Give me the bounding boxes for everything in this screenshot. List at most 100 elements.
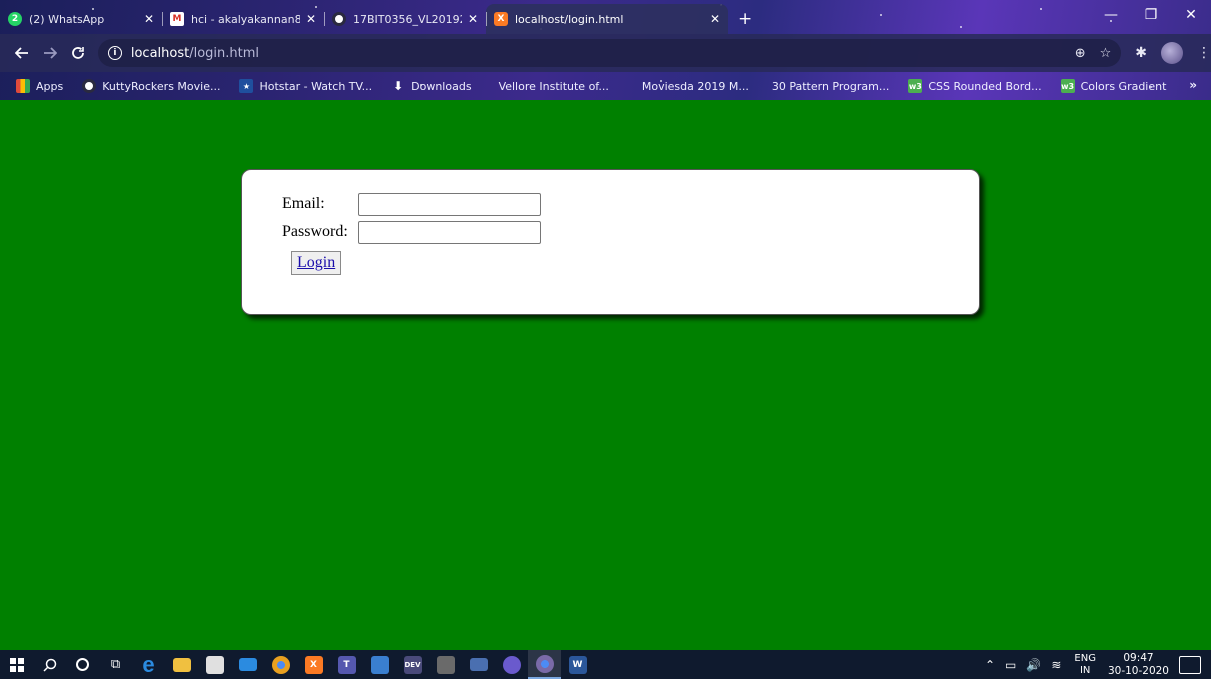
bookmark-label: CSS Rounded Bord... <box>928 79 1042 93</box>
extensions-puzzle-icon[interactable]: ✱ <box>1135 45 1147 61</box>
tab-title: (2) WhatsApp <box>29 12 105 26</box>
reload-button[interactable] <box>64 39 92 67</box>
bookmark-downloads[interactable]: ⬇ Downloads <box>391 79 471 93</box>
w3schools-icon: w3 <box>908 79 923 93</box>
file-explorer-icon[interactable] <box>165 650 198 679</box>
search-icon[interactable] <box>33 650 66 679</box>
bookmark-label: Colors Gradient <box>1080 79 1167 93</box>
clock-time: 09:47 <box>1123 651 1154 664</box>
bookmark-apps[interactable]: Apps <box>16 79 63 93</box>
url-host: localhost <box>130 45 190 61</box>
profile-avatar[interactable] <box>1161 42 1183 64</box>
close-icon[interactable]: ✕ <box>144 12 154 26</box>
window-controls: — ❐ ✕ <box>1091 0 1211 30</box>
tab-whatsapp[interactable]: 2 (2) WhatsApp ✕ <box>0 4 162 34</box>
bookmark-label: Downloads <box>411 79 472 93</box>
windows-taskbar: ⧉ e X T DEV W ⌃ ▭ 🔊 ≋ ENG IN 09:47 30-10… <box>0 650 1211 679</box>
close-window-button[interactable]: ✕ <box>1171 0 1211 30</box>
page-viewport: Email: Password: Login <box>0 100 1211 650</box>
word-icon[interactable]: W <box>561 650 594 679</box>
forward-button[interactable] <box>36 39 64 67</box>
close-icon[interactable]: ✕ <box>306 12 316 26</box>
arrow-right-icon <box>43 47 57 59</box>
chevron-up-icon[interactable]: ⌃ <box>985 658 995 672</box>
store-icon[interactable] <box>198 650 231 679</box>
arrow-left-icon <box>14 47 28 59</box>
reload-icon <box>72 47 84 59</box>
xampp-taskbar-icon[interactable]: X <box>297 650 330 679</box>
chrome-taskbar-icon[interactable] <box>264 650 297 679</box>
back-button[interactable] <box>8 39 36 67</box>
dev-icon[interactable]: DEV <box>396 650 429 679</box>
browser-chrome: 2 (2) WhatsApp ✕ M hci - akalyakannan887… <box>0 0 1211 100</box>
bookmark-moviesda[interactable]: Moviesda 2019 M... <box>642 80 749 93</box>
browser-toolbar: i localhost/login.html ⊕ ☆ ✱ ⋮ <box>0 34 1211 72</box>
email-field[interactable] <box>358 192 541 216</box>
bookmark-colors-gradient[interactable]: w3 Colors Gradient <box>1060 79 1167 93</box>
clock-date: 30-10-2020 <box>1107 664 1169 677</box>
clock[interactable]: 09:47 30-10-2020 <box>1108 652 1169 678</box>
hotstar-icon: ★ <box>239 79 254 93</box>
info-icon[interactable]: i <box>107 46 122 60</box>
tab-strip: 2 (2) WhatsApp ✕ M hci - akalyakannan887… <box>0 0 1211 34</box>
language-indicator[interactable]: ENG IN <box>1074 653 1096 677</box>
teams-icon[interactable]: T <box>330 650 363 679</box>
battery-icon[interactable]: ▭ <box>1005 658 1016 672</box>
more-menu-icon[interactable]: ⋮ <box>1197 45 1211 61</box>
bookmark-label: Hotstar - Watch TV... <box>259 79 373 93</box>
tab-title: hci - akalyakannan8872@gmail.c <box>191 12 300 26</box>
tab-title: 17BIT0356_VL2019201006617_PE <box>353 12 462 26</box>
app-circle-icon[interactable] <box>495 650 528 679</box>
chrome-active-icon[interactable] <box>528 650 561 679</box>
login-button[interactable]: Login <box>291 251 342 275</box>
windows-start-icon[interactable] <box>0 650 33 679</box>
login-form: Email: Password: Login <box>282 191 541 275</box>
tab-pdf-document[interactable]: 17BIT0356_VL2019201006617_PE ✕ <box>324 4 486 34</box>
tab-gmail[interactable]: M hci - akalyakannan8872@gmail.c ✕ <box>162 4 324 34</box>
wifi-icon[interactable]: ≋ <box>1051 658 1061 672</box>
system-tray: ⌃ ▭ 🔊 ≋ ENG IN 09:47 30-10-2020 <box>980 650 1211 679</box>
volume-icon[interactable]: 🔊 <box>1026 658 1041 672</box>
zoom-icon[interactable]: ⊕ <box>1075 46 1086 61</box>
minimize-button[interactable]: — <box>1091 0 1131 30</box>
url-path: /login.html <box>189 45 260 61</box>
close-icon[interactable]: ✕ <box>710 12 720 26</box>
tab-localhost-login[interactable]: X localhost/login.html ✕ <box>486 4 728 34</box>
globe-icon <box>332 12 346 26</box>
inkscape-icon[interactable] <box>429 650 462 679</box>
magnifier-icon <box>42 658 56 672</box>
password-field[interactable] <box>358 220 541 244</box>
bookmark-label: Vellore Institute of... <box>498 79 609 93</box>
cortana-icon[interactable] <box>66 650 99 679</box>
address-bar[interactable]: i localhost/login.html ⊕ ☆ <box>97 39 1122 67</box>
w3schools-icon: w3 <box>1060 79 1075 93</box>
task-view-icon[interactable]: ⧉ <box>99 650 132 679</box>
notification-center-icon[interactable] <box>1179 655 1201 674</box>
language-code: ENG <box>1074 652 1096 664</box>
bookmark-label: Moviesda 2019 M... <box>641 79 749 93</box>
bookmark-label: KuttyRockers Movie... <box>102 79 221 93</box>
close-icon[interactable]: ✕ <box>468 12 478 26</box>
bookmark-hotstar[interactable]: ★ Hotstar - Watch TV... <box>239 79 372 93</box>
bookmark-label: 30 Pattern Program... <box>771 79 890 93</box>
virtualbox-icon[interactable] <box>363 650 396 679</box>
tab-title: localhost/login.html <box>515 12 624 26</box>
new-tab-button[interactable]: + <box>738 4 752 34</box>
bookmarks-overflow-button[interactable]: » <box>1189 78 1197 92</box>
gmail-icon: M <box>170 12 184 26</box>
edge-icon[interactable]: e <box>132 650 165 679</box>
password-label: Password: <box>282 223 348 240</box>
bookmark-pattern-programs[interactable]: 30 Pattern Program... <box>772 80 889 93</box>
bookmark-css-rounded-borders[interactable]: w3 CSS Rounded Bord... <box>908 79 1042 93</box>
bookmarks-bar: Apps KuttyRockers Movie... ★ Hotstar - W… <box>0 72 1211 100</box>
whatsapp-icon: 2 <box>8 12 22 26</box>
bookmark-label: Apps <box>36 79 64 93</box>
login-card: Email: Password: Login <box>241 169 980 315</box>
bookmark-kuttyrockers[interactable]: KuttyRockers Movie... <box>82 79 220 93</box>
star-icon[interactable]: ☆ <box>1100 46 1112 61</box>
bookmark-vellore[interactable]: Vellore Institute of... <box>499 80 609 93</box>
maximize-button[interactable]: ❐ <box>1131 0 1171 30</box>
xampp-icon: X <box>494 12 508 26</box>
mail-icon[interactable] <box>231 650 264 679</box>
terminal-icon[interactable] <box>462 650 495 679</box>
